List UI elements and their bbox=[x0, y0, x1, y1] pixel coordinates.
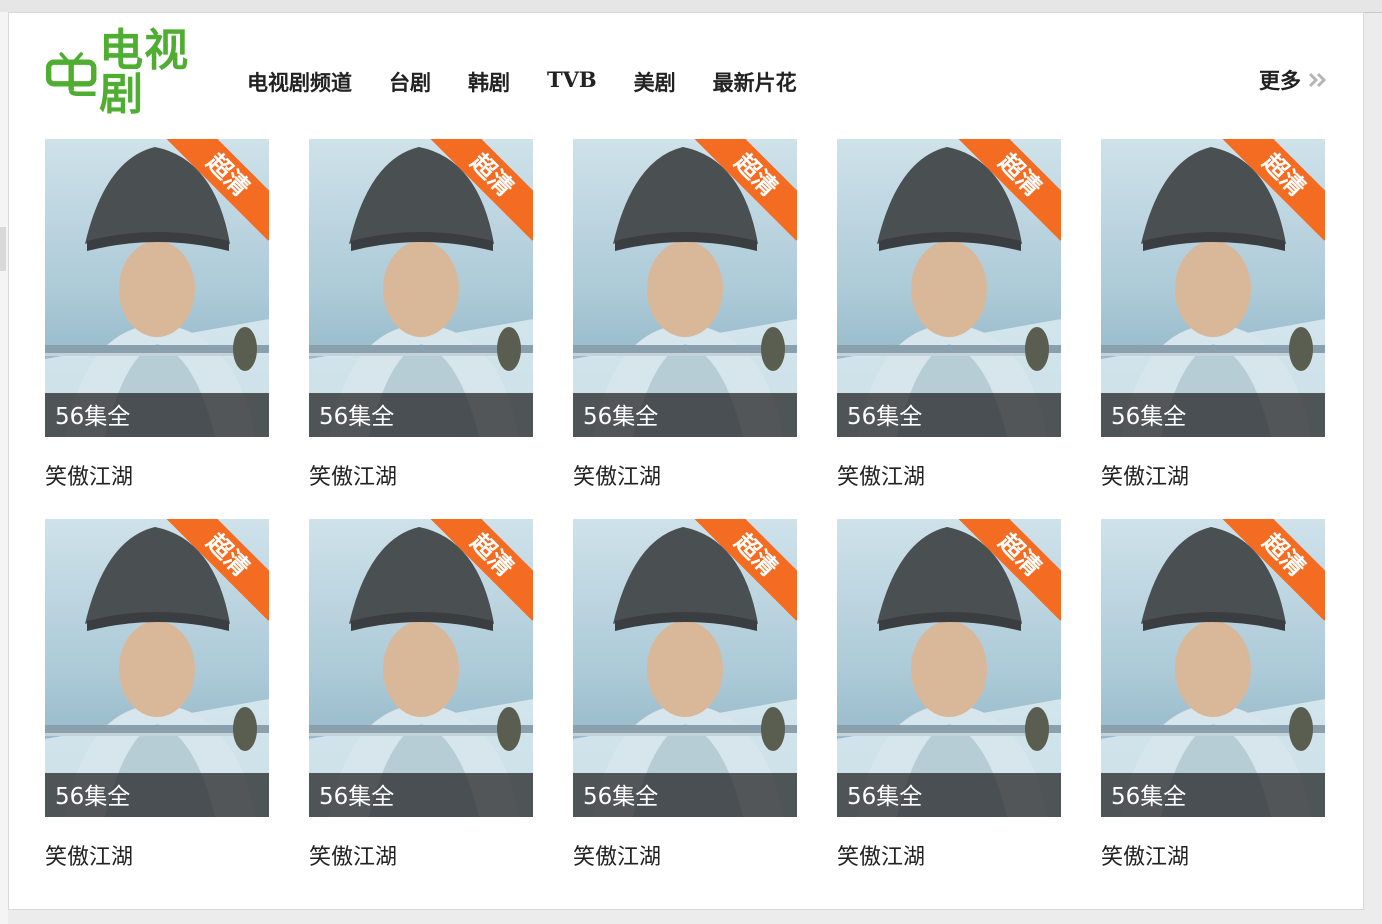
drama-title[interactable]: 笑傲江湖 bbox=[837, 839, 1061, 871]
drama-poster[interactable]: 超清 56集全 bbox=[309, 139, 533, 437]
drama-title[interactable]: 笑傲江湖 bbox=[309, 459, 533, 491]
edge-tab bbox=[0, 227, 6, 271]
drama-card[interactable]: 超清 56集全 笑傲江湖 bbox=[309, 139, 533, 491]
drama-poster[interactable]: 超清 56集全 bbox=[573, 519, 797, 817]
left-edge bbox=[0, 12, 8, 924]
episode-count: 56集全 bbox=[55, 404, 131, 430]
episode-count: 56集全 bbox=[1111, 404, 1187, 430]
episode-overlay: 56集全 bbox=[1101, 393, 1325, 437]
drama-title[interactable]: 笑傲江湖 bbox=[837, 459, 1061, 491]
drama-title[interactable]: 笑傲江湖 bbox=[1101, 459, 1325, 491]
episode-count: 56集全 bbox=[1111, 784, 1187, 810]
drama-card[interactable]: 超清 56集全 笑傲江湖 bbox=[573, 519, 797, 871]
drama-poster[interactable]: 超清 56集全 bbox=[837, 139, 1061, 437]
drama-title[interactable]: 笑傲江湖 bbox=[45, 459, 269, 491]
episode-count: 56集全 bbox=[55, 784, 131, 810]
drama-title[interactable]: 笑傲江湖 bbox=[1101, 839, 1325, 871]
episode-count: 56集全 bbox=[847, 784, 923, 810]
drama-card[interactable]: 超清 56集全 笑傲江湖 bbox=[837, 139, 1061, 491]
drama-card[interactable]: 超清 56集全 笑傲江湖 bbox=[573, 139, 797, 491]
tv-drama-logo[interactable]: 电视剧 bbox=[45, 29, 221, 117]
category-nav: 电视剧频道 台剧 韩剧 TVB 美剧 最新片花 bbox=[247, 67, 834, 97]
logo-text: 电视剧 bbox=[99, 25, 190, 120]
drama-poster[interactable]: 超清 56集全 bbox=[309, 519, 533, 817]
drama-poster[interactable]: 超清 56集全 bbox=[837, 519, 1061, 817]
episode-count: 56集全 bbox=[319, 404, 395, 430]
episode-overlay: 56集全 bbox=[309, 773, 533, 817]
nav-item-korean-drama[interactable]: 韩剧 bbox=[468, 67, 510, 97]
episode-overlay: 56集全 bbox=[309, 393, 533, 437]
drama-card[interactable]: 超清 56集全 笑傲江湖 bbox=[45, 139, 269, 491]
episode-overlay: 56集全 bbox=[45, 773, 269, 817]
episode-count: 56集全 bbox=[583, 404, 659, 430]
nav-item-tvb[interactable]: TVB bbox=[547, 67, 597, 97]
more-link[interactable]: 更多 bbox=[1259, 65, 1329, 95]
episode-overlay: 56集全 bbox=[573, 773, 797, 817]
episode-count: 56集全 bbox=[583, 784, 659, 810]
section-header: 电视剧 电视剧频道 台剧 韩剧 TVB 美剧 最新片花 更多 bbox=[45, 29, 1329, 117]
episode-overlay: 56集全 bbox=[45, 393, 269, 437]
more-label: 更多 bbox=[1259, 70, 1301, 93]
drama-card[interactable]: 超清 56集全 笑傲江湖 bbox=[45, 519, 269, 871]
episode-count: 56集全 bbox=[319, 784, 395, 810]
episode-overlay: 56集全 bbox=[1101, 773, 1325, 817]
episode-count: 56集全 bbox=[847, 404, 923, 430]
drama-poster[interactable]: 超清 56集全 bbox=[573, 139, 797, 437]
double-chevron-right-icon bbox=[1308, 72, 1327, 88]
drama-title[interactable]: 笑傲江湖 bbox=[573, 459, 797, 491]
nav-item-taiwan-drama[interactable]: 台剧 bbox=[389, 67, 431, 97]
nav-item-us-drama[interactable]: 美剧 bbox=[634, 67, 676, 97]
drama-card[interactable]: 超清 56集全 笑傲江湖 bbox=[309, 519, 533, 871]
tv-icon bbox=[45, 52, 97, 97]
drama-title[interactable]: 笑傲江湖 bbox=[45, 839, 269, 871]
drama-poster[interactable]: 超清 56集全 bbox=[45, 139, 269, 437]
drama-poster[interactable]: 超清 56集全 bbox=[1101, 519, 1325, 817]
drama-card[interactable]: 超清 56集全 笑傲江湖 bbox=[1101, 139, 1325, 491]
episode-overlay: 56集全 bbox=[837, 773, 1061, 817]
drama-card[interactable]: 超清 56集全 笑傲江湖 bbox=[837, 519, 1061, 871]
tv-drama-panel: 电视剧 电视剧频道 台剧 韩剧 TVB 美剧 最新片花 更多 超清 56集全 笑… bbox=[8, 12, 1364, 910]
nav-item-tv-channel[interactable]: 电视剧频道 bbox=[247, 67, 352, 97]
drama-title[interactable]: 笑傲江湖 bbox=[573, 839, 797, 871]
episode-overlay: 56集全 bbox=[837, 393, 1061, 437]
drama-poster[interactable]: 超清 56集全 bbox=[45, 519, 269, 817]
nav-item-latest-trailers[interactable]: 最新片花 bbox=[713, 67, 797, 97]
drama-poster[interactable]: 超清 56集全 bbox=[1101, 139, 1325, 437]
drama-title[interactable]: 笑傲江湖 bbox=[309, 839, 533, 871]
drama-card[interactable]: 超清 56集全 笑傲江湖 bbox=[1101, 519, 1325, 871]
episode-overlay: 56集全 bbox=[573, 393, 797, 437]
